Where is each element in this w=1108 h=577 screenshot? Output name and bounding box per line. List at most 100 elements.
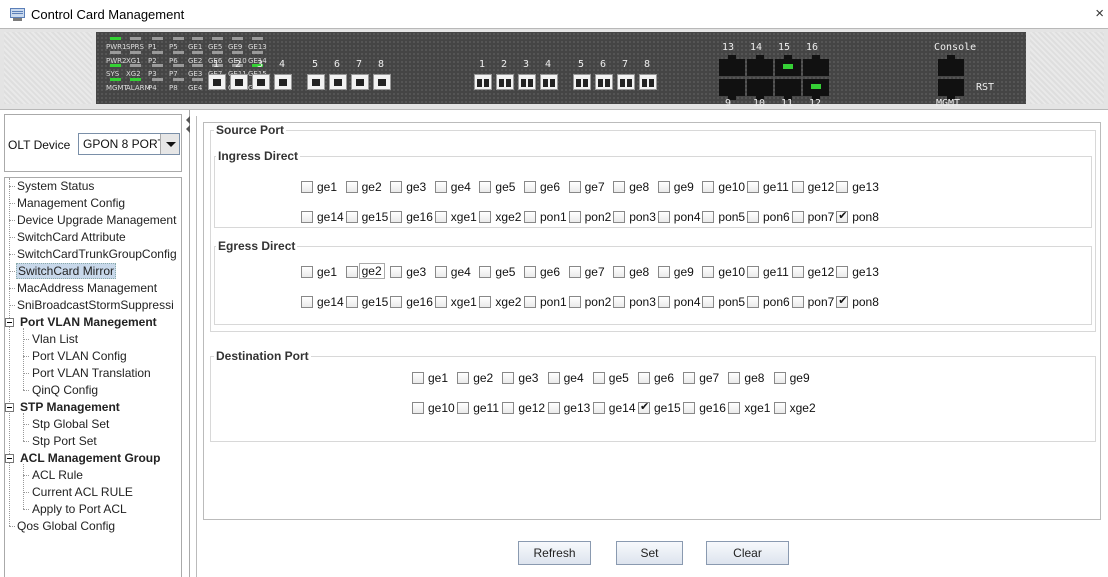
checkbox-box[interactable] (479, 266, 492, 278)
checkbox-box[interactable] (301, 296, 313, 308)
close-icon[interactable]: × (1095, 5, 1104, 22)
rj45-port[interactable] (252, 74, 270, 90)
nav-item[interactable]: Apply to Port ACL (23, 501, 128, 518)
checkbox-box[interactable] (301, 266, 313, 278)
collapse-toggle-icon[interactable] (5, 318, 14, 327)
nav-item[interactable]: Current ACL RULE (23, 484, 134, 501)
checkbox-box[interactable] (434, 296, 447, 308)
nav-item[interactable]: MacAddress Management (9, 280, 158, 297)
checkbox-box[interactable] (728, 402, 741, 414)
checkbox-box[interactable] (524, 266, 536, 278)
checkbox-box[interactable] (390, 211, 403, 223)
checkbox-box[interactable] (301, 181, 313, 193)
nav-item[interactable]: Management Config (9, 195, 126, 212)
checkbox-box[interactable] (434, 181, 447, 193)
rj45-port[interactable] (307, 74, 325, 90)
nav-item[interactable]: System Status (9, 178, 95, 195)
checkbox-box[interactable] (412, 402, 424, 414)
nav-item[interactable]: SwitchCard Mirror (9, 263, 117, 280)
checkbox-box[interactable] (524, 211, 536, 223)
checkbox-box[interactable] (683, 402, 696, 414)
checkbox-box[interactable] (702, 266, 715, 278)
checkbox-box[interactable] (791, 266, 804, 278)
checkbox-box[interactable] (502, 402, 515, 414)
checkbox-box[interactable] (479, 296, 492, 308)
checkbox-box[interactable] (791, 211, 804, 223)
rj45-port[interactable] (230, 74, 248, 90)
nav-item[interactable]: ACL Rule (23, 467, 84, 484)
checkbox-box[interactable] (547, 402, 560, 414)
checkbox-box[interactable] (773, 372, 786, 384)
checkbox-box[interactable] (479, 181, 492, 193)
collapse-toggle-icon[interactable] (5, 454, 14, 463)
checkbox-box[interactable] (791, 181, 804, 193)
checkbox-box[interactable] (345, 211, 358, 223)
checkbox-box[interactable] (592, 372, 605, 384)
checkbox-box[interactable] (613, 181, 626, 193)
uplink-port[interactable] (719, 55, 745, 76)
uplink-port[interactable] (803, 79, 829, 100)
checkbox-box[interactable] (791, 296, 804, 308)
checkbox-box[interactable] (301, 211, 313, 223)
checkbox-box[interactable] (747, 181, 759, 193)
checkbox-box[interactable] (390, 266, 403, 278)
pon-port[interactable] (617, 74, 635, 90)
checkbox-box[interactable] (434, 211, 447, 223)
checkbox-box[interactable] (683, 372, 696, 384)
nav-item[interactable]: Stp Global Set (23, 416, 110, 433)
checkbox-box[interactable] (457, 402, 470, 414)
nav-item[interactable]: ACL Management Group (5, 450, 161, 467)
checkbox-box[interactable] (524, 296, 536, 308)
checkbox-box[interactable] (568, 211, 581, 223)
console-port[interactable] (938, 55, 964, 76)
checkbox-box[interactable] (457, 372, 470, 384)
nav-item[interactable]: STP Management (5, 399, 121, 416)
checkbox-box[interactable] (547, 372, 560, 384)
pon-port[interactable] (540, 74, 558, 90)
rj45-port[interactable] (208, 74, 226, 90)
checkbox-box[interactable] (702, 211, 715, 223)
nav-item[interactable]: Device Upgrade Management (9, 212, 177, 229)
splitter-arrow-icon[interactable] (186, 116, 190, 133)
checkbox-box[interactable] (568, 296, 581, 308)
nav-item[interactable]: Qos Global Config (9, 518, 116, 535)
checkbox-box[interactable] (524, 181, 536, 193)
checkbox-box[interactable] (702, 181, 715, 193)
checkbox-box[interactable] (434, 266, 447, 278)
rj45-port[interactable] (274, 74, 292, 90)
checkbox-box[interactable] (747, 211, 759, 223)
rj45-port[interactable] (329, 74, 347, 90)
nav-item[interactable]: Port VLAN Manegement (5, 314, 158, 331)
pon-port[interactable] (474, 74, 492, 90)
rst-button[interactable]: RST (976, 82, 994, 93)
nav-item[interactable]: Port VLAN Translation (23, 365, 152, 382)
mgmt-port[interactable] (938, 79, 964, 100)
nav-item[interactable]: SwitchCardTrunkGroupConfig (9, 246, 178, 263)
checkbox-box[interactable] (613, 211, 626, 223)
nav-item[interactable]: QinQ Config (23, 382, 99, 399)
checkbox-box[interactable] (345, 181, 358, 193)
pon-port[interactable] (518, 74, 536, 90)
uplink-port[interactable] (747, 79, 773, 100)
pon-port[interactable] (573, 74, 591, 90)
uplink-port[interactable] (719, 79, 745, 100)
checkbox-box[interactable] (638, 400, 650, 414)
refresh-button[interactable]: Refresh (518, 541, 591, 565)
checkbox-box[interactable] (613, 296, 626, 308)
checkbox-box[interactable] (836, 294, 849, 308)
nav-item[interactable]: SniBroadcastStormSuppressi (9, 297, 175, 314)
checkbox-box[interactable] (773, 402, 786, 414)
checkbox-box[interactable] (747, 296, 759, 308)
nav-item[interactable]: Port VLAN Config (23, 348, 128, 365)
checkbox-box[interactable] (568, 266, 581, 278)
checkbox-box[interactable] (568, 181, 581, 193)
pon-port[interactable] (639, 74, 657, 90)
checkbox-box[interactable] (638, 372, 650, 384)
pon-port[interactable] (496, 74, 514, 90)
uplink-port[interactable] (775, 79, 801, 100)
checkbox-box[interactable] (479, 211, 492, 223)
olt-device-select[interactable]: GPON 8 PORT (78, 133, 180, 155)
checkbox-box[interactable] (592, 402, 605, 414)
checkbox-box[interactable] (657, 211, 670, 223)
checkbox-box[interactable] (728, 372, 741, 384)
